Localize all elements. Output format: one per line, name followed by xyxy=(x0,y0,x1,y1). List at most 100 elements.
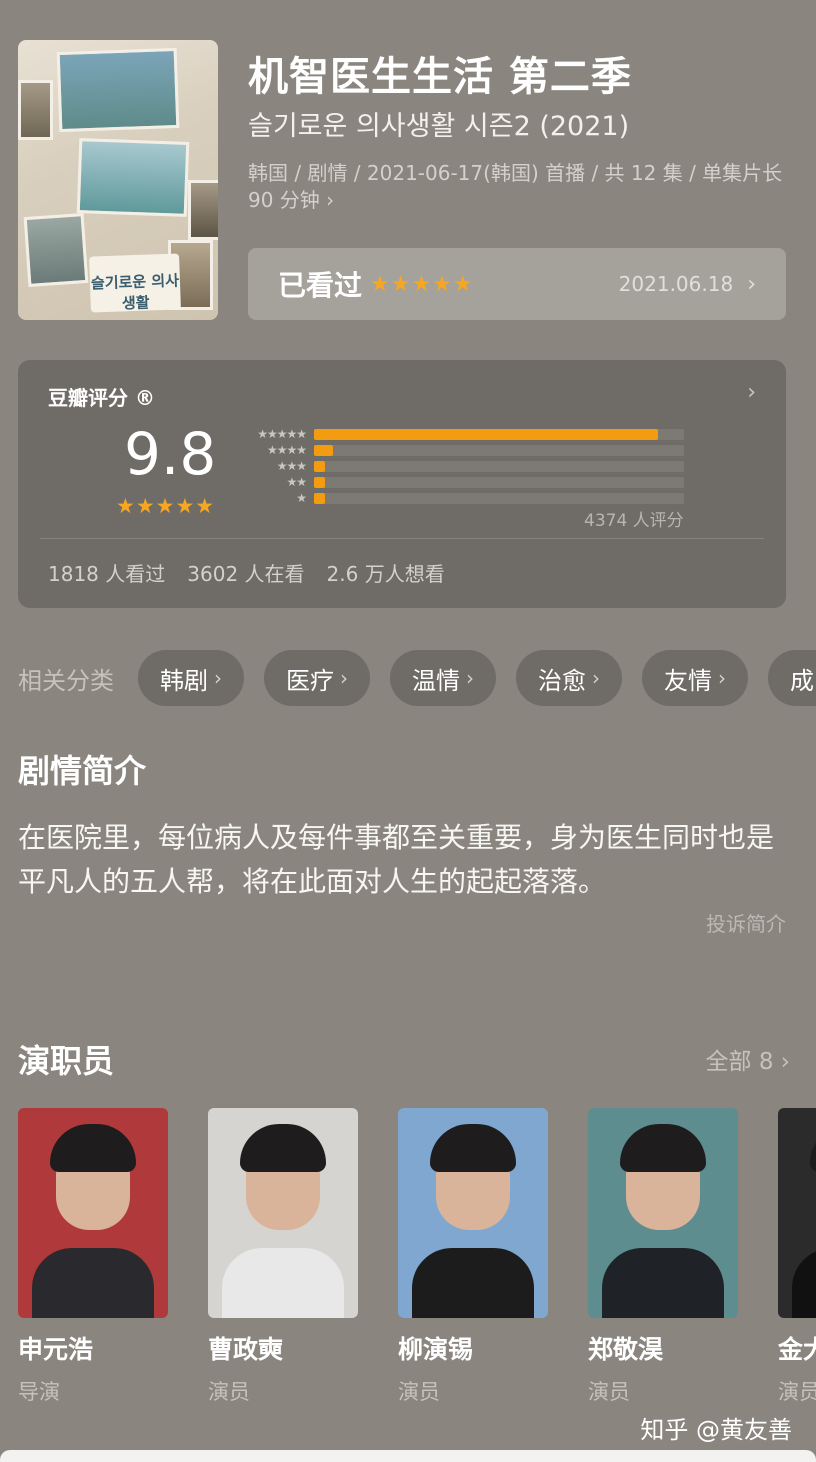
cast-photo xyxy=(588,1108,738,1318)
category-tag[interactable]: 治愈 › xyxy=(516,650,622,706)
chevron-right-icon: › xyxy=(718,666,726,690)
photo-body xyxy=(792,1248,816,1318)
distribution-bar xyxy=(314,444,333,456)
distribution-bar xyxy=(314,476,326,488)
stat-watched[interactable]: 1818 人看过 xyxy=(48,558,165,587)
photo-hair xyxy=(620,1124,706,1172)
distribution-bar xyxy=(314,460,326,472)
watched-status-button[interactable]: 已看过 ★★★★★ 2021.06.18 › xyxy=(248,248,786,320)
cast-photo xyxy=(778,1108,816,1318)
cast-member[interactable]: 曹政奭 演员 xyxy=(208,1108,358,1406)
cast-role: 演员 xyxy=(208,1380,250,1404)
distribution-track xyxy=(314,428,684,440)
show-poster[interactable]: 슬기로운 의사생활 xyxy=(18,40,218,320)
rating-count: 4374 人评分 xyxy=(584,511,684,531)
category-tag[interactable]: 温情 › xyxy=(390,650,496,706)
report-synopsis-link[interactable]: 投诉简介 xyxy=(706,908,786,937)
distribution-row: ★★★★ xyxy=(244,442,684,458)
rating-stars: ★★★★★ xyxy=(116,494,216,518)
show-original-title: 슬기로운 의사생활 시즌2 (2021) xyxy=(248,111,630,142)
synopsis-text: 在医院里，每位病人及每件事都至关重要，身为医生同时也是平凡人的五人帮，将在此面对… xyxy=(18,821,775,898)
category-tag[interactable]: 韩剧 › xyxy=(138,650,244,706)
rating-title: 豆瓣评分 ® xyxy=(48,386,155,410)
distribution-stars: ★★★★★ xyxy=(257,427,307,441)
chevron-right-icon: › xyxy=(592,666,600,690)
cast-all-link[interactable]: 全部 8 › xyxy=(706,1042,790,1076)
photo-hair xyxy=(240,1124,326,1172)
cast-name: 金大 xyxy=(778,1335,816,1364)
distribution-track xyxy=(314,444,684,456)
show-meta[interactable]: 韩国 / 剧情 / 2021-06-17(韩国) 首播 / 共 12 集 / 单… xyxy=(248,160,788,214)
watched-date: 2021.06.18 xyxy=(618,272,734,296)
category-tag-label: 医疗 xyxy=(286,666,334,695)
chevron-right-icon: › xyxy=(466,666,474,690)
rating-score: 9.8 xyxy=(124,420,217,488)
photo-body xyxy=(412,1248,534,1318)
cast-member[interactable]: 申元浩 导演 xyxy=(18,1108,168,1406)
cast-member[interactable]: 金大 演员 xyxy=(778,1108,816,1406)
stat-watching[interactable]: 3602 人在看 xyxy=(187,558,304,587)
cast-member[interactable]: 郑敬淏 演员 xyxy=(588,1108,738,1406)
poster-photo xyxy=(56,47,180,133)
photo-hair xyxy=(430,1124,516,1172)
cast-photo xyxy=(208,1108,358,1318)
chevron-right-icon: › xyxy=(747,271,756,297)
category-tag-label: 温情 xyxy=(412,666,460,695)
photo-body xyxy=(602,1248,724,1318)
watched-label: 已看过 xyxy=(278,269,363,302)
category-tag[interactable]: 成› xyxy=(768,650,816,706)
distribution-track xyxy=(314,476,684,488)
category-tag-label: 友情 xyxy=(664,666,712,695)
distribution-track xyxy=(314,492,684,504)
distribution-row: ★★★ xyxy=(244,458,684,474)
category-tag-label: 韩剧 xyxy=(160,666,208,695)
user-rating-stars: ★★★★★ xyxy=(370,271,474,297)
distribution-bar xyxy=(314,492,326,504)
distribution-bar xyxy=(314,428,659,440)
poster-photo xyxy=(18,80,53,140)
category-tag[interactable]: 友情 › xyxy=(642,650,748,706)
cast-heading: 演职员 xyxy=(18,1042,115,1080)
photo-hair xyxy=(50,1124,136,1172)
cast-name: 郑敬淏 xyxy=(588,1335,664,1364)
poster-logo: 슬기로운 의사생활 xyxy=(89,253,181,313)
watermark: 知乎 @黄友善 xyxy=(640,1416,792,1444)
distribution-row: ★ xyxy=(244,490,684,506)
show-title: 机智医生生活 第二季 xyxy=(248,54,632,100)
chevron-right-icon: › xyxy=(340,666,348,690)
cast-photo xyxy=(18,1108,168,1318)
photo-body xyxy=(32,1248,154,1318)
related-categories: 相关分类 韩剧›医疗›温情›治愈›友情›成› xyxy=(18,650,816,706)
poster-photo xyxy=(188,180,218,240)
distribution-row: ★★★★★ xyxy=(244,426,684,442)
photo-hair xyxy=(810,1124,816,1172)
distribution-stars: ★★★ xyxy=(276,459,307,473)
chevron-right-icon: › xyxy=(747,380,756,405)
poster-photo xyxy=(23,212,89,288)
cast-role: 导演 xyxy=(18,1380,60,1404)
divider xyxy=(40,538,764,539)
cast-list: 申元浩 导演 曹政奭 演员 柳演锡 演员 郑敬淏 演员 金大 演员 xyxy=(18,1108,816,1408)
category-tag-label: 成 xyxy=(790,666,814,695)
chevron-right-icon: › xyxy=(214,666,222,690)
categories-label: 相关分类 xyxy=(18,666,114,695)
cast-member[interactable]: 柳演锡 演员 xyxy=(398,1108,548,1406)
cast-role: 演员 xyxy=(588,1380,630,1404)
bottom-sheet-handle xyxy=(0,1450,816,1462)
distribution-stars: ★★★★ xyxy=(266,443,307,457)
distribution-row: ★★ xyxy=(244,474,684,490)
rating-distribution: ★★★★★ ★★★★ ★★★ ★★ ★ xyxy=(244,426,684,506)
category-tag[interactable]: 医疗 › xyxy=(264,650,370,706)
cast-photo xyxy=(398,1108,548,1318)
cast-name: 曹政奭 xyxy=(208,1335,284,1364)
stat-want[interactable]: 2.6 万人想看 xyxy=(327,558,445,587)
distribution-stars: ★ xyxy=(296,491,307,505)
distribution-stars: ★★ xyxy=(286,475,307,489)
cast-name: 申元浩 xyxy=(18,1335,94,1364)
cast-name: 柳演锡 xyxy=(398,1335,474,1364)
category-tag-label: 治愈 xyxy=(538,666,586,695)
douban-rating-card[interactable]: 豆瓣评分 ® › 9.8 ★★★★★ ★★★★★ ★★★★ ★★★ ★★ ★ 4374 … xyxy=(18,360,786,608)
cast-role: 演员 xyxy=(398,1380,440,1404)
distribution-track xyxy=(314,460,684,472)
poster-photo xyxy=(76,138,190,217)
